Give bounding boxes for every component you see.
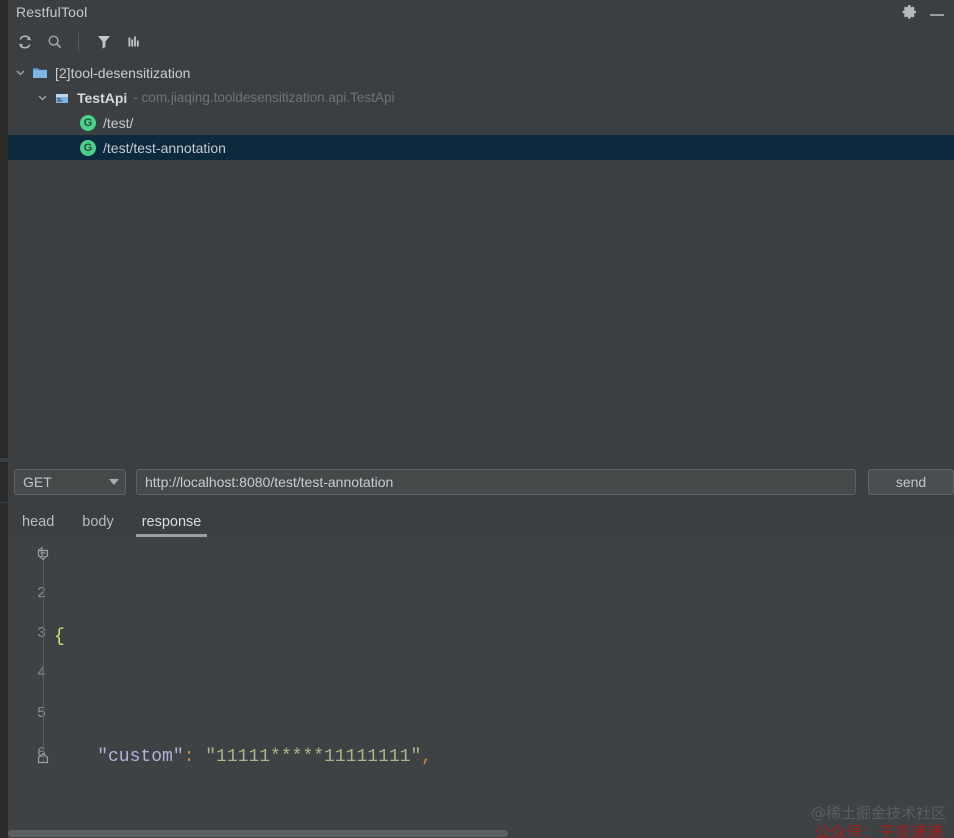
fold-guide-line <box>43 559 44 763</box>
code-line-2: "custom": "11111*****11111111", <box>54 737 432 777</box>
window-actions <box>902 4 954 20</box>
search-button[interactable] <box>42 29 68 55</box>
tabs-left-edge <box>0 503 8 537</box>
response-code: { "custom": "11111*****11111111", "phone… <box>54 537 432 838</box>
toolbar-left-edge <box>0 24 8 60</box>
code-token-comma: , <box>421 747 433 767</box>
send-button-label: send <box>895 474 927 490</box>
code-line-1: { <box>54 617 432 657</box>
code-token-string: "11111*****11111111" <box>194 747 422 767</box>
scrollbar-thumb[interactable] <box>8 830 508 837</box>
response-editor[interactable]: 1 2 3 4 5 6 { "custom": "11111*****11111… <box>0 537 954 838</box>
editor-horizontal-scrollbar[interactable] <box>8 828 954 838</box>
get-method-badge-icon: G <box>80 114 96 131</box>
tree-node-endpoint-test-annotation[interactable]: G /test/test-annotation <box>0 135 954 160</box>
tree-node-controller-label: TestApi <box>77 89 128 106</box>
group-button[interactable] <box>121 29 147 55</box>
filter-button[interactable] <box>91 29 117 55</box>
tree-node-controller-fqn: - com.jiaqing.tooldesensitization.api.Te… <box>133 90 395 105</box>
chevron-down-icon[interactable] <box>14 66 27 79</box>
window-title: RestfulTool <box>16 4 88 20</box>
refresh-button[interactable] <box>12 29 38 55</box>
class-icon <box>56 93 68 103</box>
get-method-badge-icon: G <box>80 139 96 156</box>
refresh-icon <box>19 35 31 49</box>
code-token-brace-open: { <box>54 627 65 647</box>
chevron-down-icon[interactable] <box>109 479 119 485</box>
code-token-colon: : <box>183 747 195 767</box>
tool-bar <box>0 24 954 60</box>
send-button[interactable]: send <box>868 469 954 495</box>
background-editor-sliver-2 <box>0 300 8 390</box>
tree-node-endpoint-path: /test/ <box>103 114 134 131</box>
tab-head[interactable]: head <box>8 514 68 537</box>
folder-icon <box>33 67 47 78</box>
request-tabs: head body response <box>0 503 954 537</box>
filter-icon <box>98 36 110 49</box>
url-input-value: http://localhost:8080/test/test-annotati… <box>145 474 394 490</box>
tree-node-endpoint-path: /test/test-annotation <box>103 139 226 156</box>
tree-node-module[interactable]: [2]tool-desensitization <box>0 60 954 85</box>
fold-collapse-icon[interactable] <box>37 548 50 561</box>
window-left-edge <box>0 0 8 24</box>
gear-icon[interactable] <box>902 4 918 20</box>
code-token-key: "custom" <box>97 747 184 767</box>
endpoint-tree-panel: [2]tool-desensitization TestApi - com.ji… <box>0 60 954 458</box>
chevron-down-icon[interactable] <box>36 91 49 104</box>
tree-node-module-label: [2]tool-desensitization <box>55 64 191 81</box>
bar-chart-icon <box>128 36 139 47</box>
minimize-icon[interactable] <box>930 8 944 16</box>
tree-left-edge <box>0 60 8 458</box>
request-left-edge <box>0 462 8 502</box>
toolbar-separator <box>78 33 79 51</box>
fold-expand-icon[interactable] <box>37 752 50 765</box>
tab-response[interactable]: response <box>128 514 216 537</box>
editor-fold-column[interactable] <box>36 537 50 838</box>
method-select[interactable]: GET <box>14 469 126 495</box>
background-editor-sliver <box>0 130 8 200</box>
method-select-value: GET <box>23 474 52 490</box>
tree-node-controller[interactable]: TestApi - com.jiaqing.tooldesensitizatio… <box>0 85 954 110</box>
request-bar: GET http://localhost:8080/test/test-anno… <box>0 462 954 502</box>
url-input[interactable]: http://localhost:8080/test/test-annotati… <box>136 469 856 495</box>
tab-body[interactable]: body <box>68 514 127 537</box>
editor-left-edge <box>0 537 8 838</box>
title-bar: RestfulTool <box>0 0 954 25</box>
tree-node-endpoint-test[interactable]: G /test/ <box>0 110 954 135</box>
search-icon <box>48 35 62 49</box>
